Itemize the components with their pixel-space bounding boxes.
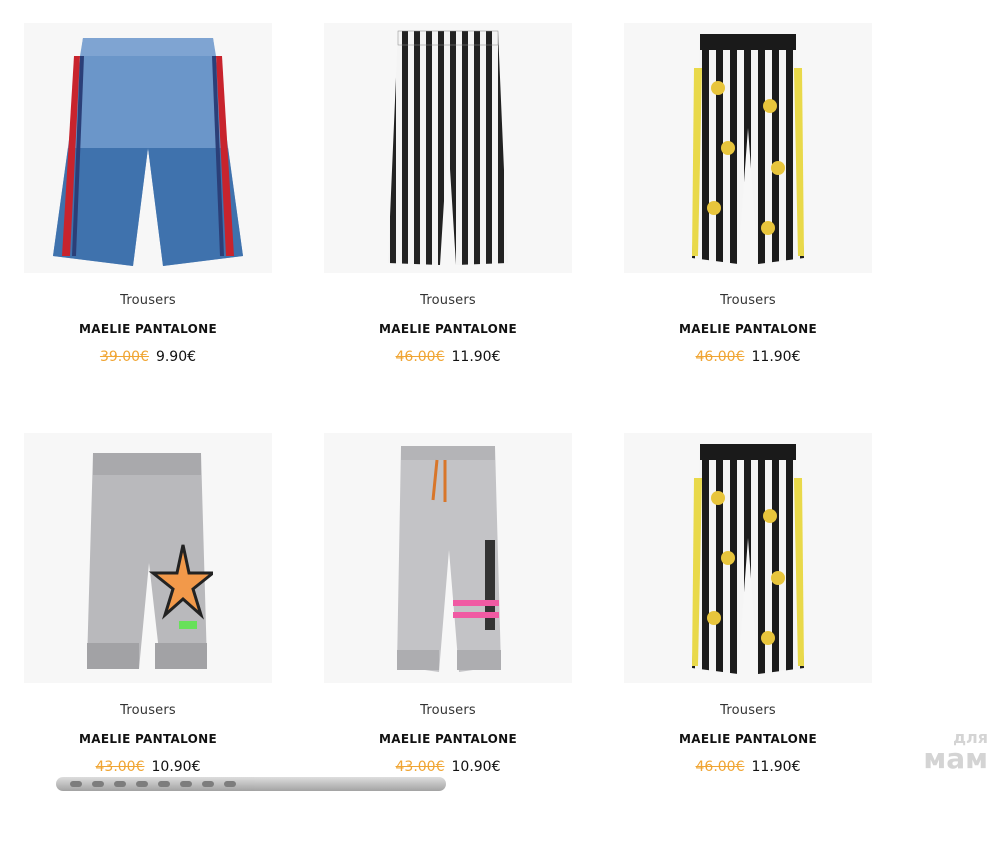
sale-price: 11.90€ bbox=[751, 759, 801, 775]
site-watermark: для мам bbox=[923, 730, 988, 775]
striped-trousers-illustration bbox=[388, 30, 508, 265]
grey-star-joggers-illustration bbox=[87, 453, 213, 669]
floral-joggers-illustration bbox=[692, 34, 804, 264]
sale-price: 9.90€ bbox=[155, 349, 197, 365]
old-price: 43.00€ bbox=[395, 759, 445, 775]
product-card[interactable]: Trousers MAELIE PANTALONE 46.00€ 11.90€ bbox=[624, 23, 872, 433]
product-name[interactable]: MAELIE PANTALONE bbox=[624, 732, 872, 746]
watermark-line2: мам bbox=[923, 741, 988, 775]
old-price: 46.00€ bbox=[695, 759, 745, 775]
dock-icon[interactable] bbox=[114, 781, 126, 787]
product-name[interactable]: MAELIE PANTALONE bbox=[24, 322, 272, 336]
product-image[interactable] bbox=[24, 433, 272, 683]
product-image[interactable] bbox=[624, 433, 872, 683]
product-category: Trousers bbox=[120, 293, 176, 308]
product-image[interactable] bbox=[324, 23, 572, 273]
dock-icon[interactable] bbox=[158, 781, 170, 787]
dock-icon[interactable] bbox=[202, 781, 214, 787]
old-price: 43.00€ bbox=[95, 759, 145, 775]
product-category: Trousers bbox=[720, 703, 776, 718]
blue-shorts-illustration bbox=[53, 38, 243, 266]
dock-icon[interactable] bbox=[180, 781, 192, 787]
product-name[interactable]: MAELIE PANTALONE bbox=[24, 732, 272, 746]
dock-icon[interactable] bbox=[92, 781, 104, 787]
dock-icon[interactable] bbox=[224, 781, 236, 787]
floral-joggers-illustration bbox=[692, 444, 804, 674]
product-price: 46.00€ 11.90€ bbox=[624, 349, 872, 365]
product-price: 43.00€ 10.90€ bbox=[324, 759, 572, 775]
product-card[interactable]: Trousers MAELIE PANTALONE 39.00€ 9.90€ bbox=[24, 23, 272, 433]
product-category: Trousers bbox=[420, 293, 476, 308]
sale-price: 10.90€ bbox=[451, 759, 501, 775]
sale-price: 11.90€ bbox=[751, 349, 801, 365]
sale-price: 10.90€ bbox=[151, 759, 201, 775]
product-price: 46.00€ 11.90€ bbox=[324, 349, 572, 365]
product-image[interactable] bbox=[24, 23, 272, 273]
sale-price: 11.90€ bbox=[451, 349, 501, 365]
product-name[interactable]: MAELIE PANTALONE bbox=[624, 322, 872, 336]
product-card[interactable]: Trousers MAELIE PANTALONE 46.00€ 11.90€ bbox=[624, 433, 872, 843]
product-category: Trousers bbox=[720, 293, 776, 308]
product-category: Trousers bbox=[120, 703, 176, 718]
old-price: 46.00€ bbox=[395, 349, 445, 365]
old-price: 39.00€ bbox=[99, 349, 149, 365]
dock-icon[interactable] bbox=[70, 781, 82, 787]
product-card[interactable]: Trousers MAELIE PANTALONE 46.00€ 11.90€ bbox=[324, 23, 572, 433]
product-price: 46.00€ 11.90€ bbox=[624, 759, 872, 775]
dock-bar[interactable] bbox=[56, 777, 446, 791]
product-category: Trousers bbox=[420, 703, 476, 718]
grey-startmoving-joggers-illustration bbox=[397, 446, 501, 672]
product-name[interactable]: MAELIE PANTALONE bbox=[324, 732, 572, 746]
dock-icon[interactable] bbox=[136, 781, 148, 787]
product-image[interactable] bbox=[324, 433, 572, 683]
old-price: 46.00€ bbox=[695, 349, 745, 365]
product-price: 39.00€ 9.90€ bbox=[24, 349, 272, 365]
product-image[interactable] bbox=[624, 23, 872, 273]
product-price: 43.00€ 10.90€ bbox=[24, 759, 272, 775]
product-name[interactable]: MAELIE PANTALONE bbox=[324, 322, 572, 336]
